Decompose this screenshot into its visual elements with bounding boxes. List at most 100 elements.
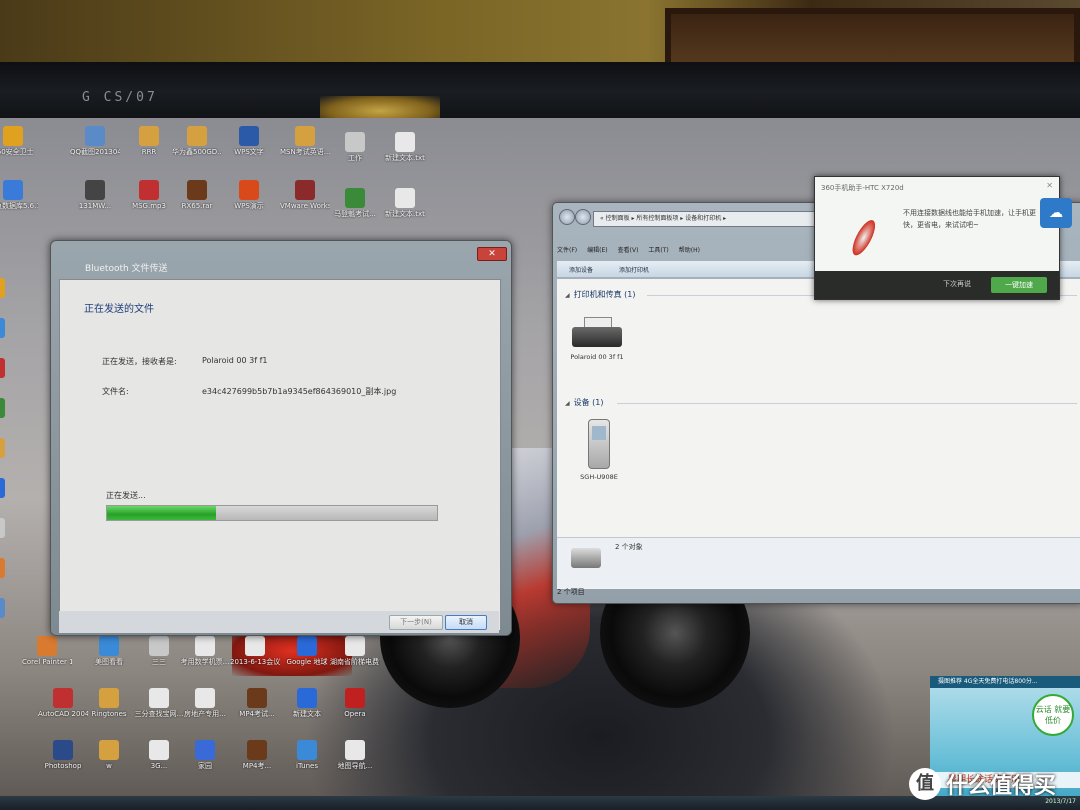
- desktop-icon-partial[interactable]: [0, 318, 20, 340]
- app-icon: [395, 132, 415, 152]
- app-icon: [195, 740, 215, 760]
- collapse-arrow-icon: ◢: [565, 292, 570, 299]
- desktop-icon[interactable]: Ringtones: [84, 688, 134, 719]
- desktop-icon[interactable]: 地图导航...: [330, 740, 380, 771]
- next-button[interactable]: 下一步(N): [389, 615, 443, 630]
- app-icon: [37, 636, 57, 656]
- menu-item[interactable]: 编辑(E): [587, 247, 607, 254]
- popup-close-icon[interactable]: ✕: [1046, 181, 1053, 190]
- desktop-icon-partial[interactable]: [0, 558, 20, 580]
- menu-item[interactable]: 工具(T): [648, 247, 668, 254]
- desktop-icon-label: 房地产专用...: [184, 710, 226, 718]
- desktop-icon[interactable]: 3G...: [134, 740, 184, 771]
- desktop-icon[interactable]: w: [84, 740, 134, 771]
- desktop-icon[interactable]: WPS演示: [224, 180, 274, 211]
- app-icon: [297, 740, 317, 760]
- desktop-icon-partial[interactable]: [0, 518, 20, 540]
- printer-name: Polaroid 00 3f f1: [570, 353, 624, 361]
- desktop-icon[interactable]: 大鱼数据库5.6.1: [0, 180, 38, 211]
- cloud-icon[interactable]: ☁: [1040, 198, 1072, 228]
- desktop-icon-label: RRR: [141, 148, 157, 156]
- app-icon: [395, 188, 415, 208]
- desktop-icon[interactable]: RX65.rar: [172, 180, 222, 211]
- recipient-value: Polaroid 00 3f f1: [202, 356, 268, 365]
- desktop-icon[interactable]: 工作: [330, 132, 380, 163]
- desktop-icon[interactable]: 马登魁考试...: [330, 188, 380, 219]
- desktop-icon[interactable]: 美图看看: [84, 636, 134, 667]
- devices-group-header[interactable]: ◢ 设备 (1): [565, 397, 604, 408]
- desktop-icon-partial[interactable]: [0, 438, 20, 460]
- desktop-icon[interactable]: MP4考试...: [232, 688, 282, 719]
- desktop-icon-label: 新建文本.txt: [385, 154, 425, 162]
- ad-headline: 摄图推荐 4G全天免费打电话800分...: [930, 676, 1080, 688]
- add-device-button[interactable]: 添加设备: [569, 265, 593, 274]
- desktop-icon[interactable]: RRR: [124, 126, 174, 157]
- desktop-icon[interactable]: 新建文本.txt: [380, 188, 430, 219]
- recipient-label: 正在发送，接收者是:: [102, 357, 177, 366]
- printers-group-label: 打印机和传真 (1): [573, 290, 636, 299]
- desktop-icon[interactable]: AutoCAD 2004 Chs: [38, 688, 88, 719]
- later-link[interactable]: 下次再说: [943, 279, 971, 289]
- app-icon: [0, 558, 5, 578]
- desktop-icon-label: QQ截图20130423...: [70, 148, 120, 156]
- desktop-icon[interactable]: 2013-6-13会议通知...: [230, 636, 280, 667]
- printers-group-header[interactable]: ◢ 打印机和传真 (1): [565, 289, 636, 300]
- phone-item[interactable]: SGH-U908E: [569, 419, 629, 481]
- desktop-icon-partial[interactable]: [0, 478, 20, 500]
- forward-button[interactable]: [575, 209, 591, 225]
- desktop-icon[interactable]: 新建文本.txt: [380, 132, 430, 163]
- app-icon: [345, 688, 365, 708]
- app-icon: [297, 688, 317, 708]
- desktop-icon[interactable]: 新建文本: [282, 688, 332, 719]
- popup-title: 360手机助手-HTC X720d: [821, 184, 904, 192]
- desktop-icon[interactable]: MSG.mp3: [124, 180, 174, 211]
- desktop-icon[interactable]: VMware Workstation: [280, 180, 330, 211]
- desktop-icon[interactable]: 三三: [134, 636, 184, 667]
- back-button[interactable]: [559, 209, 575, 225]
- desktop-icon[interactable]: Google 地球: [282, 636, 332, 667]
- desktop-icon-partial[interactable]: [0, 278, 20, 300]
- bluetooth-transfer-window: Bluetooth 文件传送 ✕ 正在发送的文件 正在发送，接收者是: Pola…: [50, 240, 512, 636]
- accelerate-button[interactable]: 一键加速: [991, 277, 1047, 293]
- desktop-icon[interactable]: MSN考试英语...: [280, 126, 330, 157]
- desktop-icon[interactable]: iTunes: [282, 740, 332, 771]
- desktop-icon[interactable]: Corel Painter 11...: [22, 636, 72, 667]
- status-bar: 2 个项目: [557, 588, 585, 596]
- app-icon: [53, 688, 73, 708]
- desktop-icon[interactable]: 家园: [180, 740, 230, 771]
- desktop-icon[interactable]: 三分查找宝网...: [134, 688, 184, 719]
- app-icon: [99, 740, 119, 760]
- menu-item[interactable]: 查看(V): [618, 247, 639, 254]
- add-printer-button[interactable]: 添加打印机: [619, 265, 649, 274]
- printer-item[interactable]: Polaroid 00 3f f1: [567, 317, 627, 361]
- desktop-icon[interactable]: Photoshop: [38, 740, 88, 771]
- desktop-icon[interactable]: 360安全卫士: [0, 126, 38, 157]
- filename-label: 文件名:: [102, 387, 129, 396]
- app-icon: [295, 126, 315, 146]
- desktop-icon-partial[interactable]: [0, 358, 20, 380]
- desktop-icon[interactable]: Opera: [330, 688, 380, 719]
- desktop-icon-label: MSG.mp3: [132, 202, 166, 210]
- menu-bar: 文件(F) 编辑(E) 查看(V) 工具(T) 帮助(H): [557, 245, 819, 259]
- desktop-icon[interactable]: 考用数学机票...: [180, 636, 230, 667]
- desktop-icon-partial[interactable]: [0, 398, 20, 420]
- desktop-icon-label: 家园: [198, 762, 212, 770]
- desktop-icon[interactable]: 房地产专用...: [180, 688, 230, 719]
- desktop-icon[interactable]: 华为鑫500GD...: [172, 126, 222, 157]
- desktop-icon[interactable]: 131MW...: [70, 180, 120, 211]
- app-icon: [139, 126, 159, 146]
- desktop-icon[interactable]: MP4考...: [232, 740, 282, 771]
- app-icon: [345, 740, 365, 760]
- app-icon: [0, 438, 5, 458]
- cancel-button[interactable]: 取消: [445, 615, 487, 630]
- close-button[interactable]: ✕: [477, 247, 507, 261]
- menu-item[interactable]: 文件(F): [557, 247, 577, 254]
- app-icon: [297, 636, 317, 656]
- desktop-icon[interactable]: QQ截图20130423...: [70, 126, 120, 157]
- desktop-icon-partial[interactable]: [0, 598, 20, 620]
- desktop-icon-label: AutoCAD 2004 Chs: [38, 710, 88, 718]
- menu-item[interactable]: 帮助(H): [679, 247, 700, 254]
- phone-icon: [588, 419, 610, 469]
- desktop-icon[interactable]: WPS文字: [224, 126, 274, 157]
- desktop-icon[interactable]: 湖南省阶梯电费7月JCEI...: [330, 636, 380, 667]
